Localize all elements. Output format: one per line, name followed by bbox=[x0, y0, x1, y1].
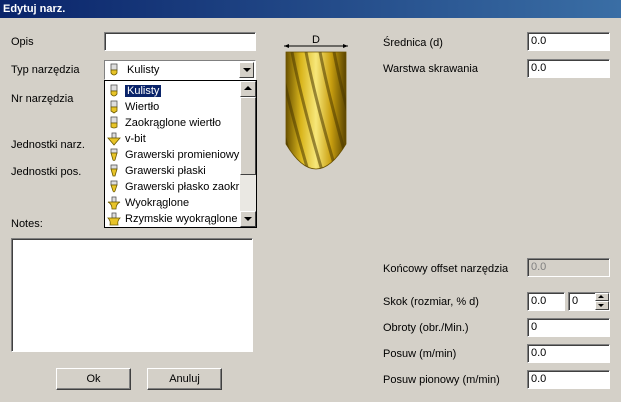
tool-preview: D bbox=[282, 34, 352, 184]
roman-ogee-icon bbox=[107, 212, 121, 226]
dropdown-item[interactable]: Wyokrąglone bbox=[107, 195, 189, 211]
ball-mill-icon bbox=[108, 63, 120, 80]
dropdown-item[interactable]: Zaokrąglone wiertło bbox=[107, 115, 221, 131]
diameter-label: Średnica (d) bbox=[383, 37, 443, 49]
feed-rate-label: Posuw (m/min) bbox=[383, 348, 457, 360]
tool-number-label: Nr narzędzia bbox=[11, 93, 74, 105]
drill-icon bbox=[107, 100, 121, 114]
dropdown-item[interactable]: Wiertło bbox=[107, 99, 159, 115]
plunge-rate-label: Posuw pionowy (m/min) bbox=[383, 374, 500, 386]
plunge-rate-input[interactable]: 0.0 bbox=[527, 370, 610, 389]
dropdown-item[interactable]: Grawerski płaski bbox=[107, 163, 206, 179]
dropdown-item[interactable]: Grawerski promieniowy bbox=[107, 147, 239, 163]
end-offset-label: Końcowy offset narzędzia bbox=[383, 263, 509, 275]
dropdown-scrollbar[interactable] bbox=[240, 81, 256, 227]
tool-type-dropdown-list: Kulisty Wiertło Zaokrąglone wiertło v-bi… bbox=[104, 80, 257, 228]
window-title: Edytuj narz. bbox=[3, 3, 66, 15]
spindle-speed-label: Obroty (obr./Min.) bbox=[383, 322, 469, 334]
tool-units-label: Jednostki narz. bbox=[11, 139, 85, 151]
dropdown-item[interactable]: Rzymskie wyokrąglone bbox=[107, 211, 237, 227]
scroll-thumb[interactable] bbox=[240, 97, 256, 175]
chevron-down-icon[interactable] bbox=[239, 62, 254, 78]
radial-engraver-icon bbox=[107, 148, 121, 162]
round-over-icon bbox=[107, 196, 121, 210]
flat-rounded-engraver-icon bbox=[107, 180, 121, 194]
v-bit-icon bbox=[107, 132, 121, 146]
scroll-down-icon[interactable] bbox=[240, 211, 256, 227]
dropdown-item[interactable]: Grawerski płasko zaokr bbox=[107, 179, 239, 195]
cut-depth-input[interactable]: 0.0 bbox=[527, 59, 610, 78]
notes-label: Notes: bbox=[11, 218, 43, 230]
stepover-label: Skok (rozmiar, % d) bbox=[383, 296, 479, 308]
title-bar: Edytuj narz. bbox=[0, 0, 621, 18]
opis-label: Opis bbox=[11, 36, 34, 48]
opis-input[interactable] bbox=[104, 32, 256, 51]
cut-depth-label: Warstwa skrawania bbox=[383, 63, 478, 75]
rounded-drill-icon bbox=[107, 116, 121, 130]
diameter-input[interactable]: 0.0 bbox=[527, 32, 610, 51]
dropdown-item[interactable]: Kulisty bbox=[107, 83, 163, 99]
ball-mill-icon bbox=[107, 84, 121, 98]
tool-type-selected: Kulisty bbox=[127, 64, 160, 76]
spin-down-icon[interactable] bbox=[595, 301, 609, 310]
cancel-button[interactable]: Anuluj bbox=[147, 368, 222, 390]
notes-textarea[interactable] bbox=[11, 238, 253, 352]
stepover-percent-input[interactable]: 0 bbox=[568, 292, 610, 311]
ok-button[interactable]: Ok bbox=[56, 368, 131, 390]
flat-engraver-icon bbox=[107, 164, 121, 178]
spin-up-icon[interactable] bbox=[595, 293, 609, 301]
tool-type-combo[interactable]: Kulisty bbox=[104, 60, 256, 80]
dropdown-item[interactable]: v-bit bbox=[107, 131, 146, 147]
end-offset-input: 0.0 bbox=[527, 258, 610, 277]
scroll-up-icon[interactable] bbox=[240, 81, 256, 97]
diameter-dimension-label: D bbox=[312, 34, 320, 46]
spindle-speed-input[interactable]: 0 bbox=[527, 318, 610, 337]
feed-rate-input[interactable]: 0.0 bbox=[527, 344, 610, 363]
stepover-size-input[interactable]: 0.0 bbox=[527, 292, 565, 311]
tool-type-label: Typ narzędzia bbox=[11, 64, 80, 76]
position-units-label: Jednostki pos. bbox=[11, 166, 82, 178]
